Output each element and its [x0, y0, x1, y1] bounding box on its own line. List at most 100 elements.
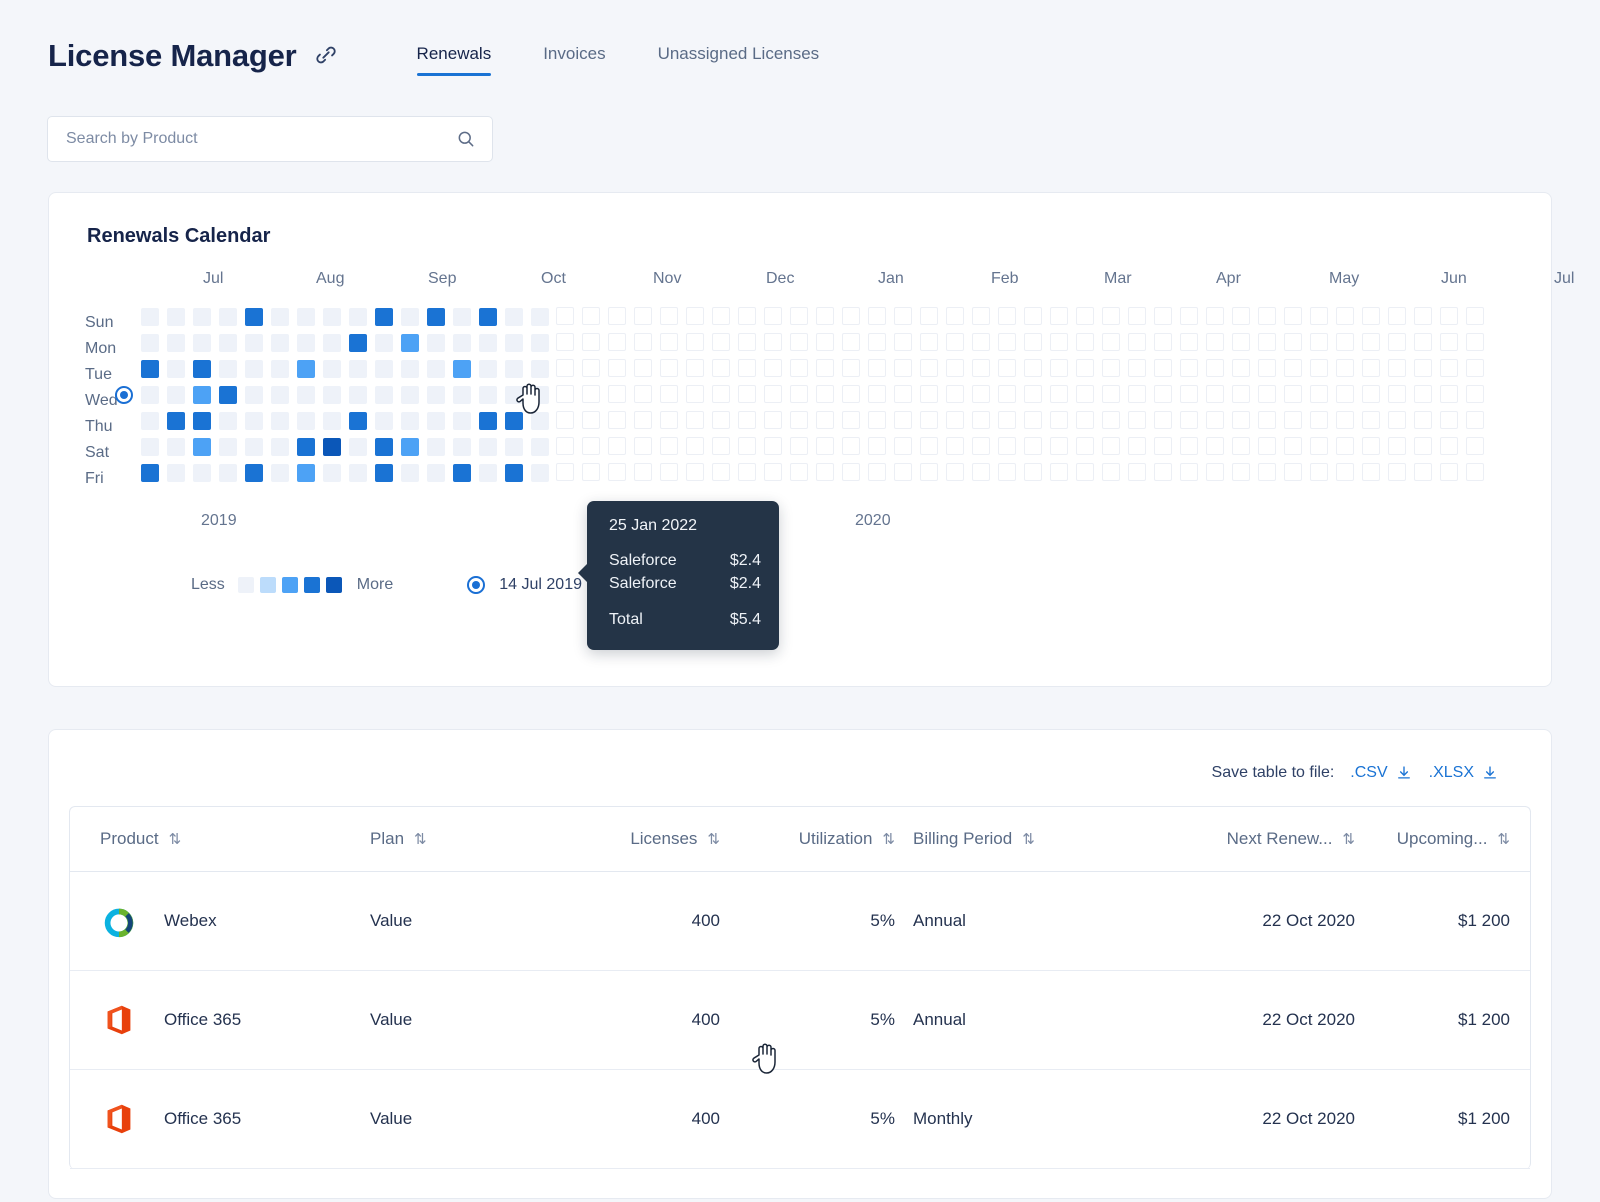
heatmap-cell[interactable]: [1050, 333, 1068, 351]
heatmap-cell[interactable]: [686, 359, 704, 377]
heatmap-cell[interactable]: [764, 437, 782, 455]
heatmap-cell[interactable]: [660, 463, 678, 481]
heatmap-cell[interactable]: [1232, 463, 1250, 481]
heatmap-cell[interactable]: [1024, 437, 1042, 455]
heatmap-cell[interactable]: [790, 359, 808, 377]
heatmap-cell[interactable]: [427, 386, 445, 404]
column-header-licenses[interactable]: Licenses⇅: [560, 807, 720, 872]
heatmap-cell[interactable]: [556, 359, 574, 377]
heatmap-cell[interactable]: [323, 334, 341, 352]
heatmap-cell[interactable]: [998, 463, 1016, 481]
heatmap-cell[interactable]: [738, 359, 756, 377]
heatmap-cell[interactable]: [375, 360, 393, 378]
heatmap-cell[interactable]: [401, 464, 419, 482]
heatmap-cell[interactable]: [920, 307, 938, 325]
heatmap-cell[interactable]: [608, 437, 626, 455]
heatmap-cell[interactable]: [297, 412, 315, 430]
heatmap-cell[interactable]: [1102, 307, 1120, 325]
heatmap-cell[interactable]: [375, 386, 393, 404]
heatmap-cell[interactable]: [556, 463, 574, 481]
heatmap-cell[interactable]: [946, 333, 964, 351]
heatmap-cell[interactable]: [582, 385, 600, 403]
tab-renewals[interactable]: Renewals: [417, 44, 492, 76]
heatmap-cell[interactable]: [1336, 437, 1354, 455]
heatmap-cell[interactable]: [868, 359, 886, 377]
heatmap-cell[interactable]: [1466, 307, 1484, 325]
heatmap-cell[interactable]: [1076, 333, 1094, 351]
heatmap-cell[interactable]: [167, 308, 185, 326]
heatmap-cell[interactable]: [1466, 411, 1484, 429]
heatmap-cell[interactable]: [1128, 307, 1146, 325]
heatmap-cell[interactable]: [686, 385, 704, 403]
heatmap-cell[interactable]: [1154, 437, 1172, 455]
heatmap-cell[interactable]: [868, 385, 886, 403]
heatmap-cell[interactable]: [1232, 333, 1250, 351]
heatmap-cell[interactable]: [686, 307, 704, 325]
heatmap-cell[interactable]: [868, 463, 886, 481]
heatmap-cell[interactable]: [271, 308, 289, 326]
heatmap-cell[interactable]: [1076, 385, 1094, 403]
heatmap-cell[interactable]: [686, 333, 704, 351]
heatmap-cell[interactable]: [1154, 385, 1172, 403]
export-csv-link[interactable]: .CSV: [1350, 764, 1387, 782]
search-box[interactable]: [47, 116, 493, 162]
heatmap-cell[interactable]: [1336, 385, 1354, 403]
heatmap-cell[interactable]: [1362, 307, 1380, 325]
sort-icon[interactable]: ⇅: [1342, 830, 1355, 848]
sort-icon[interactable]: ⇅: [1022, 830, 1035, 848]
heatmap-cell[interactable]: [998, 411, 1016, 429]
table-row[interactable]: Office 365Value4005%Annual22 Oct 2020$1 …: [70, 971, 1530, 1070]
download-icon[interactable]: [1395, 764, 1413, 782]
heatmap-cell[interactable]: [1180, 463, 1198, 481]
heatmap-cell[interactable]: [453, 464, 471, 482]
heatmap-cell[interactable]: [1154, 333, 1172, 351]
heatmap-cell[interactable]: [219, 412, 237, 430]
tab-invoices[interactable]: Invoices: [543, 44, 605, 76]
heatmap-cell[interactable]: [1258, 385, 1276, 403]
heatmap-cell[interactable]: [297, 386, 315, 404]
heatmap-cell[interactable]: [1232, 385, 1250, 403]
heatmap-cell[interactable]: [1180, 411, 1198, 429]
sort-icon[interactable]: ⇅: [882, 830, 895, 848]
heatmap-cell[interactable]: [660, 437, 678, 455]
heatmap-cell[interactable]: [1154, 359, 1172, 377]
table-row[interactable]: Office 365Value4005%Monthly22 Oct 2020$1…: [70, 1070, 1530, 1169]
heatmap-cell[interactable]: [219, 334, 237, 352]
heatmap-cell[interactable]: [297, 334, 315, 352]
heatmap-cell[interactable]: [1414, 359, 1432, 377]
heatmap-cell[interactable]: [1414, 437, 1432, 455]
heatmap-cell[interactable]: [323, 412, 341, 430]
heatmap-cell[interactable]: [479, 360, 497, 378]
heatmap-cell[interactable]: [349, 360, 367, 378]
heatmap-cell[interactable]: [1024, 307, 1042, 325]
heatmap-cell[interactable]: [686, 437, 704, 455]
heatmap-cell[interactable]: [1154, 307, 1172, 325]
heatmap-cell[interactable]: [764, 463, 782, 481]
heatmap-cell[interactable]: [868, 333, 886, 351]
heatmap-cell[interactable]: [193, 412, 211, 430]
heatmap-cell[interactable]: [920, 385, 938, 403]
heatmap-cell[interactable]: [1128, 411, 1146, 429]
heatmap-cell[interactable]: [582, 307, 600, 325]
heatmap-cell[interactable]: [1232, 437, 1250, 455]
heatmap-cell[interactable]: [816, 385, 834, 403]
heatmap-cell[interactable]: [401, 334, 419, 352]
heatmap-cell[interactable]: [1206, 463, 1224, 481]
heatmap-cell[interactable]: [1258, 437, 1276, 455]
heatmap-cell[interactable]: [1284, 437, 1302, 455]
heatmap-cell[interactable]: [1336, 307, 1354, 325]
heatmap-cell[interactable]: [1232, 359, 1250, 377]
heatmap-cell[interactable]: [401, 308, 419, 326]
column-header-utilization[interactable]: Utilization⇅: [720, 807, 895, 872]
heatmap-cell[interactable]: [1024, 359, 1042, 377]
heatmap-cell[interactable]: [479, 386, 497, 404]
heatmap-cell[interactable]: [790, 333, 808, 351]
heatmap-cell[interactable]: [1258, 463, 1276, 481]
heatmap-cell[interactable]: [842, 333, 860, 351]
heatmap-cell[interactable]: [531, 386, 549, 404]
heatmap-cell[interactable]: [712, 359, 730, 377]
heatmap-cell[interactable]: [1024, 463, 1042, 481]
heatmap-cell[interactable]: [816, 411, 834, 429]
heatmap-cell[interactable]: [920, 411, 938, 429]
heatmap-cell[interactable]: [1102, 333, 1120, 351]
